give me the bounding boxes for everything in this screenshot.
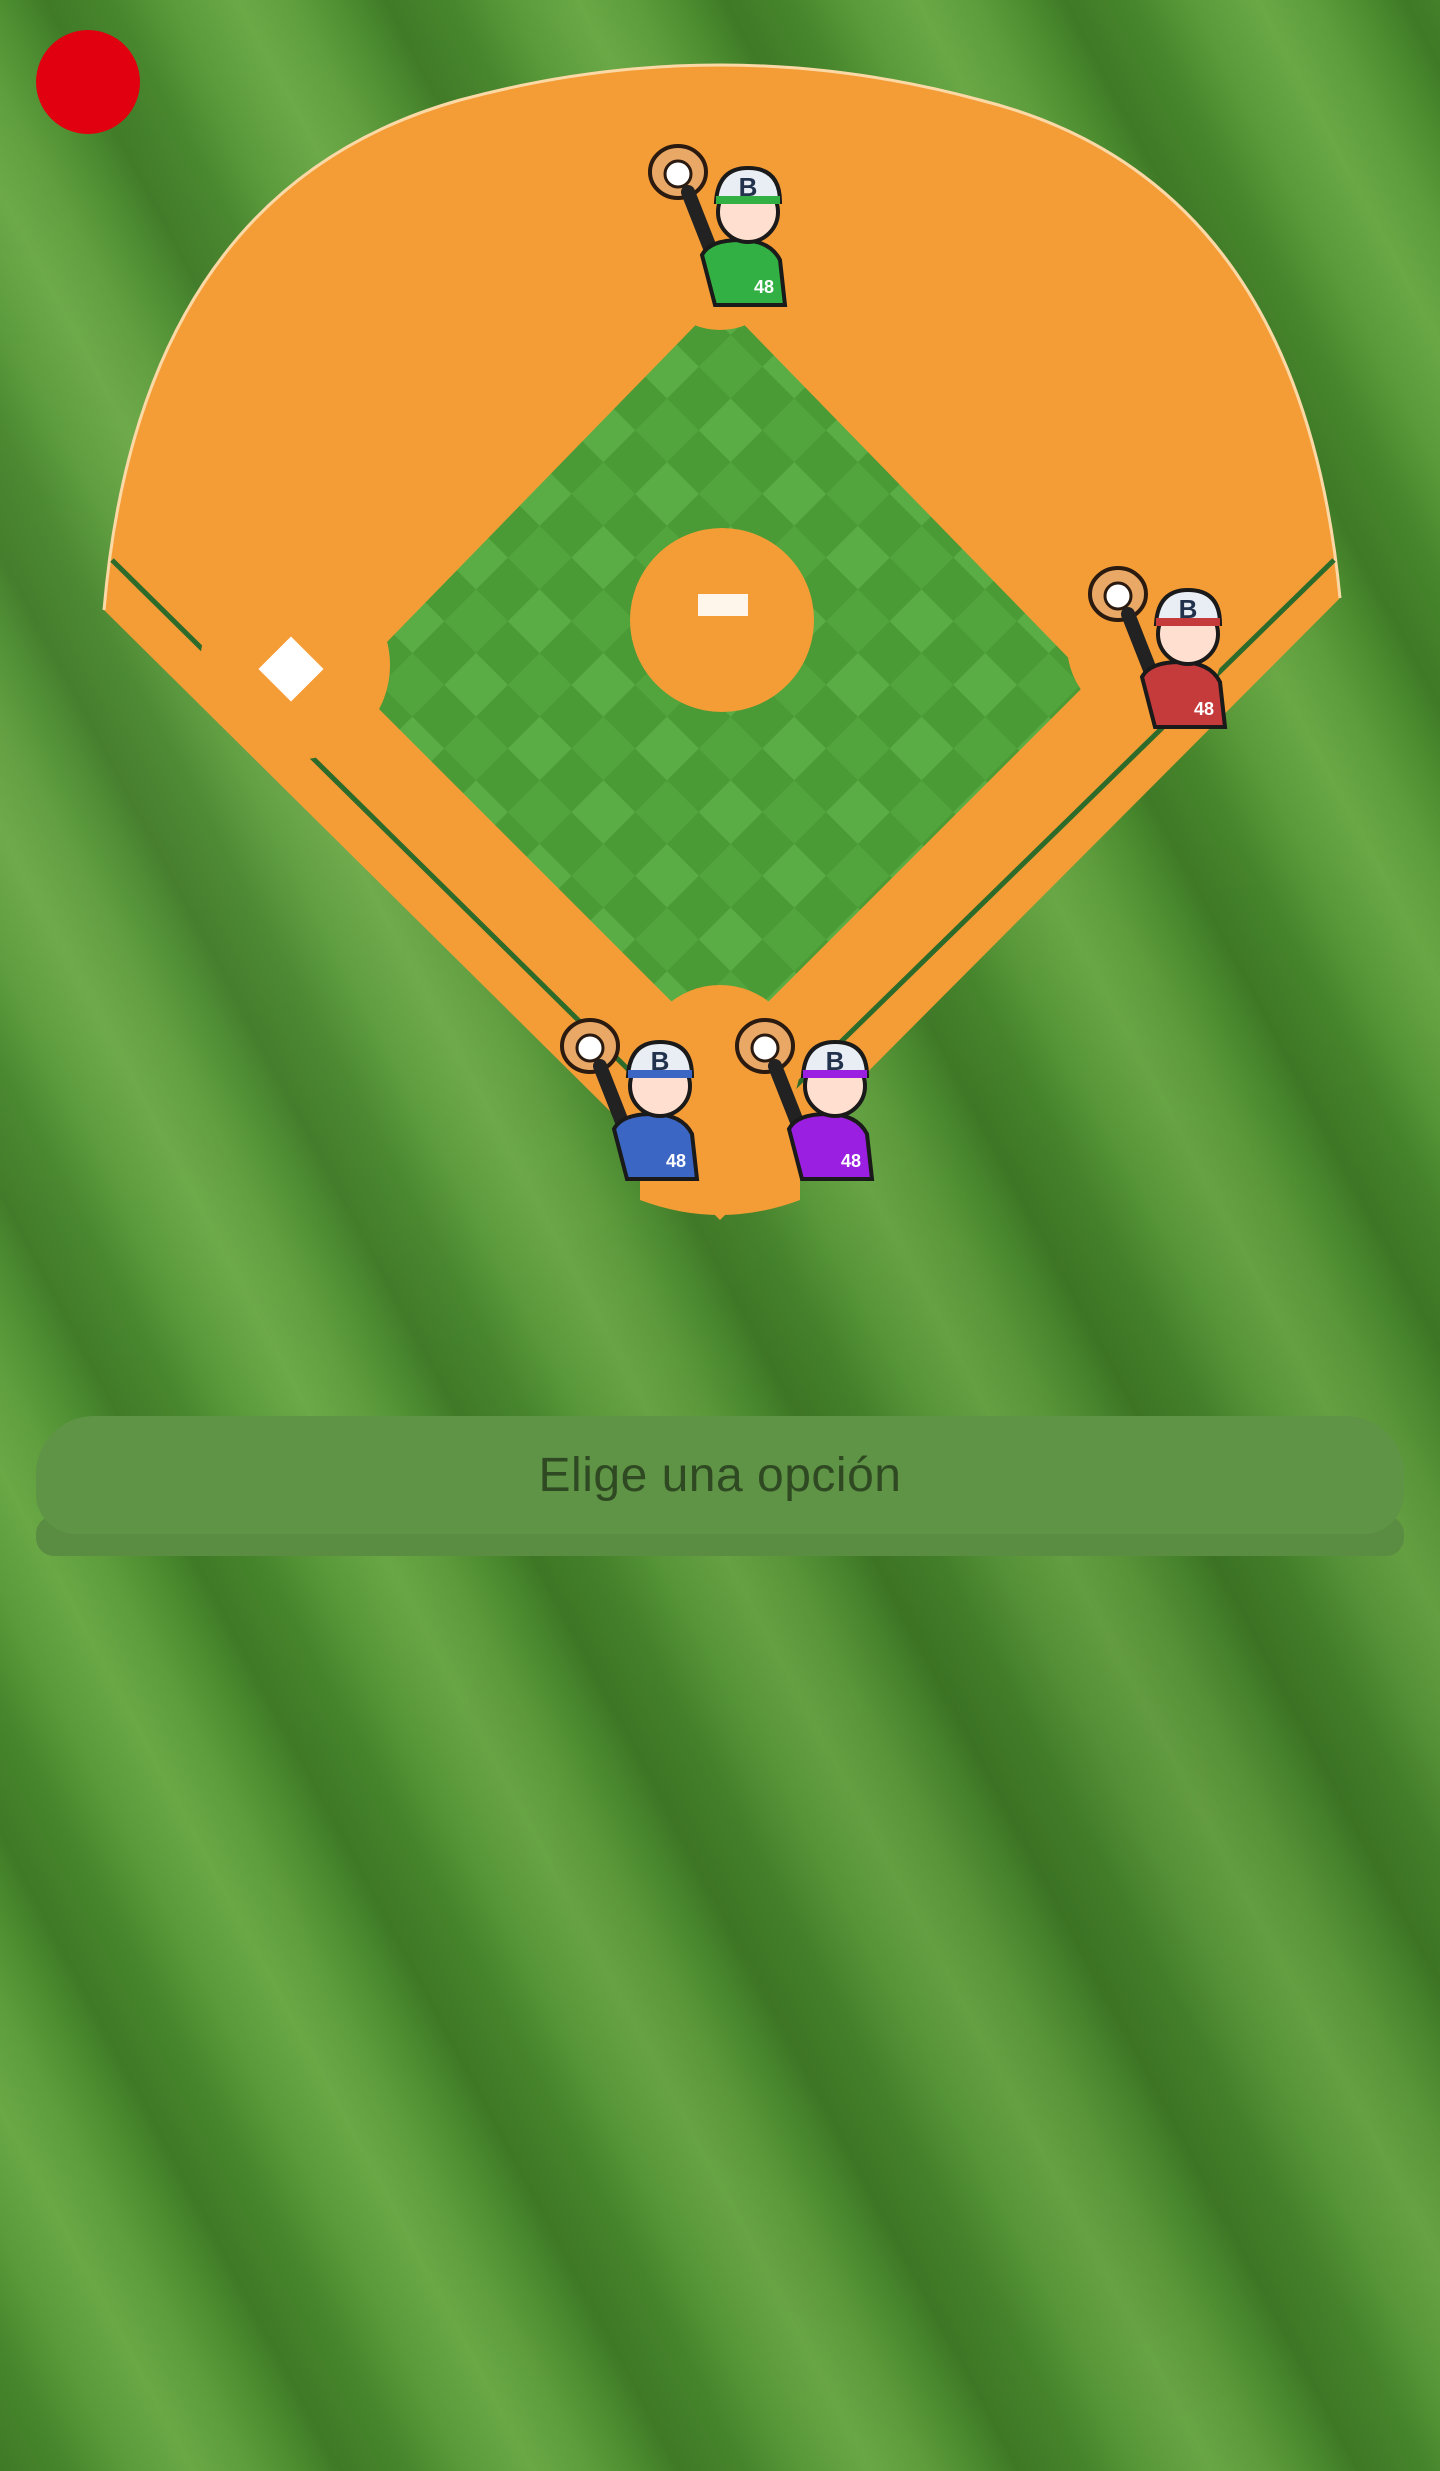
option-label: Elige una opción [538,1448,902,1502]
svg-text:B: B [1179,594,1198,624]
svg-text:48: 48 [1194,699,1214,719]
svg-text:48: 48 [754,277,774,297]
svg-text:48: 48 [841,1151,861,1171]
record-button[interactable] [36,30,140,134]
player-bottom-right[interactable]: B 48 [727,1014,887,1184]
svg-text:B: B [651,1046,670,1076]
pitchers-rubber [698,594,748,616]
glove-icon [648,144,708,200]
first-baseman-icon: B 48 [1088,566,1228,729]
svg-text:B: B [826,1046,845,1076]
pitcher-icon: B 48 [648,144,788,307]
svg-text:48: 48 [666,1151,686,1171]
batter-icon: B 48 [735,1018,875,1181]
player-right[interactable]: B 48 [1080,562,1240,732]
pitchers-mound [630,528,814,712]
player-top[interactable]: B 48 [640,140,800,310]
option-select-button[interactable]: Elige una opción [36,1416,1404,1556]
svg-text:B: B [739,172,758,202]
glove-icon [735,1018,795,1074]
player-bottom-left[interactable]: B 48 [552,1014,712,1184]
glove-icon [1088,566,1148,622]
catcher-icon: B 48 [560,1018,700,1181]
option-bar-face: Elige una opción [36,1416,1404,1534]
glove-icon [560,1018,620,1074]
